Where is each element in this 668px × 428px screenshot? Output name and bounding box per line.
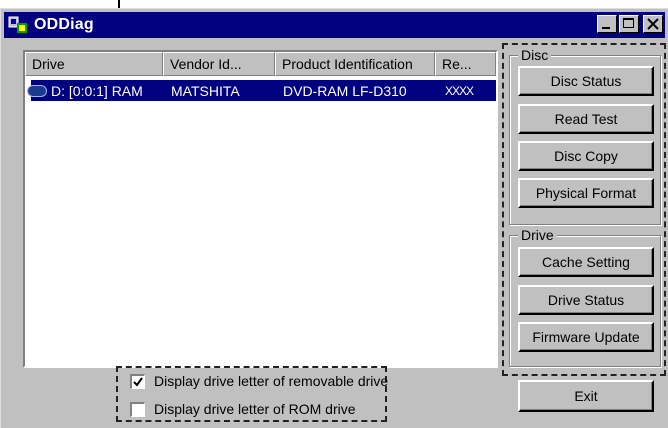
- window-title: ODDiag: [34, 16, 94, 33]
- minimize-icon[interactable]: [597, 15, 617, 33]
- drive-group-label: Drive: [518, 227, 557, 243]
- drive-status-button[interactable]: Drive Status: [518, 285, 654, 315]
- removable-drive-checkbox[interactable]: [130, 373, 145, 389]
- read-test-button[interactable]: Read Test: [518, 104, 654, 134]
- disc-copy-button[interactable]: Disc Copy: [518, 141, 654, 171]
- drive-icon: [27, 84, 47, 97]
- column-header-product[interactable]: Product Identification: [275, 52, 435, 76]
- drive-list-row[interactable]: D: [0:0:1] RAM MATSHITA DVD-RAM LF-D310 …: [27, 80, 496, 101]
- rom-drive-checkbox[interactable]: [130, 401, 145, 417]
- firmware-update-button[interactable]: Firmware Update: [518, 322, 654, 352]
- column-header-drive[interactable]: Drive: [25, 52, 163, 76]
- option-removable-drive[interactable]: Display drive letter of removable drive: [130, 373, 388, 389]
- cache-setting-button[interactable]: Cache Setting: [518, 247, 654, 277]
- drive-list[interactable]: Drive Vendor Id... Product Identificatio…: [23, 50, 498, 368]
- physical-format-button[interactable]: Physical Format: [518, 178, 654, 208]
- exit-button[interactable]: Exit: [518, 380, 654, 412]
- oddiag-window: ODDiag Drive Vendor Id... Product Identi…: [0, 8, 668, 428]
- column-header-revision[interactable]: Re...: [435, 52, 496, 76]
- disc-status-button[interactable]: Disc Status: [518, 66, 654, 96]
- cell-product: DVD-RAM LF-D310: [283, 82, 407, 99]
- close-icon[interactable]: [643, 15, 663, 33]
- cell-drive: D: [0:0:1] RAM: [51, 82, 143, 99]
- removable-drive-label: Display drive letter of removable drive: [154, 373, 389, 389]
- maximize-icon[interactable]: [619, 15, 639, 33]
- rom-drive-label: Display drive letter of ROM drive: [154, 401, 356, 417]
- cell-revision: XXXX: [445, 83, 474, 98]
- column-header-vendor[interactable]: Vendor Id...: [163, 52, 275, 76]
- cell-vendor: MATSHITA: [171, 82, 240, 99]
- title-bar[interactable]: ODDiag: [4, 12, 665, 38]
- disc-group-label: Disc: [518, 47, 552, 63]
- option-rom-drive[interactable]: Display drive letter of ROM drive: [130, 401, 356, 417]
- app-icon: [8, 15, 28, 35]
- drive-list-header: Drive Vendor Id... Product Identificatio…: [25, 52, 496, 76]
